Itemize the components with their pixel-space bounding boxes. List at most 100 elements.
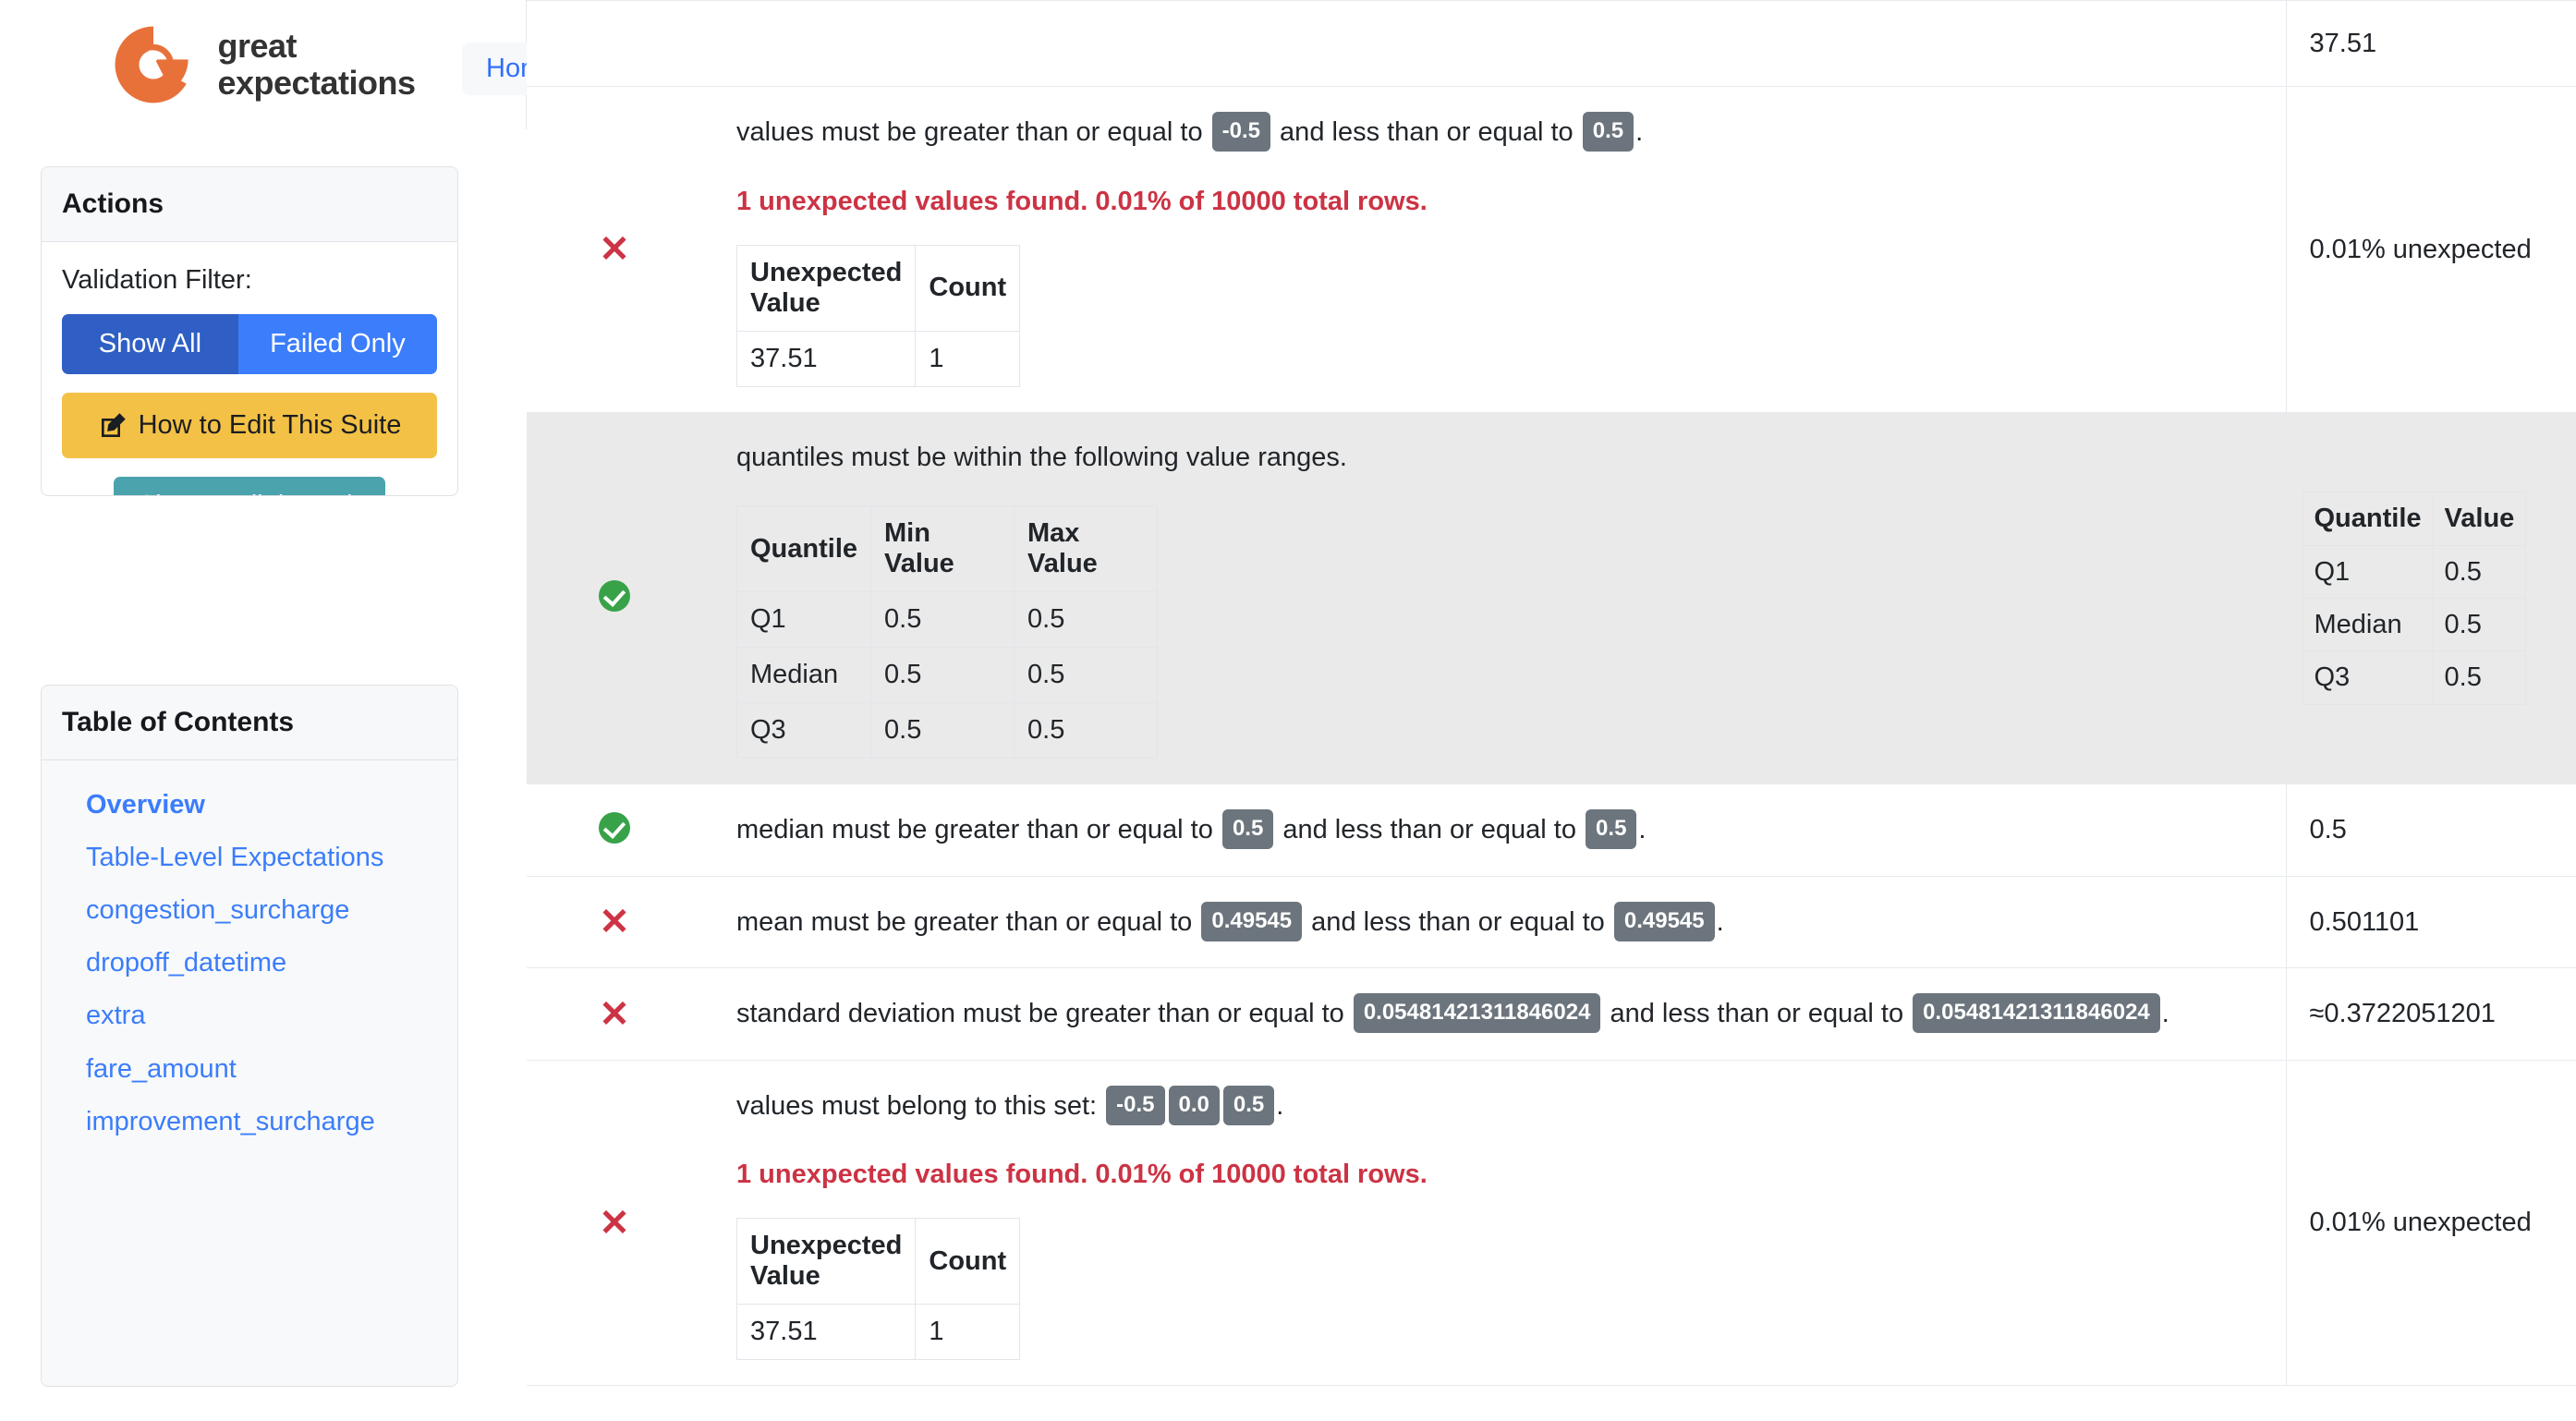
column-header-value: Value (2432, 492, 2527, 546)
observed-value: 37.51 (2309, 29, 2377, 58)
expectation-cell: values must be greater than or equal to … (702, 86, 2286, 413)
table-header-row: Quantile Min Value Max Value (735, 505, 1159, 593)
validation-results-table: 37.51 ✕ values must be greater than or e… (527, 0, 2576, 1387)
validation-results-page: great expectations Home / Validations / … (0, 0, 2576, 1421)
toc-item-table-level-expectations[interactable]: Table-Level Expectations (42, 832, 457, 884)
value-badge: 0.05481421311846024 (1913, 993, 2160, 1034)
brand-line-2: expectations (217, 64, 416, 102)
column-header-unexpected-value: Unexpected Value (735, 1218, 917, 1306)
quantile-max: 0.5 (1014, 702, 1159, 759)
observed-value: 0.01% unexpected (2309, 234, 2532, 264)
table-row: ✕ values must belong to this set: -0.5 0.… (527, 1059, 2576, 1387)
table-row: 37.51 1 (735, 330, 1021, 387)
observed-value: ≈0.3722051201 (2309, 999, 2496, 1029)
expectation-statement: mean must be greater than or equal to 0.… (736, 901, 2254, 943)
statement-text: . (1638, 815, 1646, 845)
statement-text: median must be greater than or equal to (736, 815, 1221, 845)
status-cell: ✕ (527, 1059, 702, 1387)
statement-text: and less than or equal to (1602, 999, 1912, 1029)
quantile-ranges-table: Quantile Min Value Max Value Q1 0.5 0.5 (735, 505, 1159, 759)
expectation-cell (702, 0, 2286, 88)
observed-value-cell: Quantile Value Q1 0.5 Median 0.5 Q3 0.5 (2285, 411, 2576, 785)
table-header-row: Unexpected Value Count (735, 1218, 1021, 1306)
status-cell (527, 0, 702, 88)
fail-cross-icon: ✕ (599, 902, 630, 943)
table-row: 37.51 1 (735, 1304, 1021, 1361)
toc-item-fare-amount[interactable]: fare_amount (42, 1043, 457, 1096)
expectation-statement: quantiles must be within the following v… (736, 442, 1347, 472)
status-cell: ✕ (527, 967, 702, 1061)
unexpected-count: 1 (915, 330, 1021, 387)
column-header-quantile: Quantile (2302, 492, 2434, 546)
table-row: Median 0.5 (2302, 598, 2527, 652)
value-badge: 0.5 (1582, 112, 1634, 152)
observed-value: 0.501101 (2309, 906, 2420, 937)
actions-panel-body: Validation Filter: Show All Failed Only … (42, 242, 457, 495)
observed-value-cell: 0.501101 (2285, 875, 2576, 969)
toc-item-extra[interactable]: extra (42, 990, 457, 1042)
value-badge: 0.05481421311846024 (1353, 993, 1601, 1034)
table-of-contents-list: Overview Table-Level Expectations conges… (42, 760, 457, 1163)
brand-logo-group[interactable]: great expectations (110, 21, 416, 108)
quantile-value: 0.5 (2432, 598, 2527, 652)
failed-only-button[interactable]: Failed Only (237, 314, 437, 374)
pass-check-icon (599, 580, 630, 613)
table-row: Q1 0.5 (2302, 544, 2527, 600)
table-row: Q3 0.5 (2302, 650, 2527, 705)
observed-value: 0.5 (2309, 815, 2347, 845)
value-badge: 0.5 (1222, 1085, 1275, 1125)
observed-quantiles-table: Quantile Value Q1 0.5 Median 0.5 Q3 0.5 (2302, 492, 2527, 705)
statement-text: and less than or equal to (1275, 815, 1585, 845)
toc-item-improvement-surcharge[interactable]: improvement_surcharge (42, 1096, 457, 1148)
toc-item-congestion-surcharge[interactable]: congestion_surcharge (42, 884, 457, 937)
expectation-statement: standard deviation must be greater than … (736, 993, 2254, 1035)
show-walkthrough-button[interactable]: Show Walkthrough (113, 477, 386, 495)
show-all-button[interactable]: Show All (62, 314, 238, 374)
statement-text: and less than or equal to (1272, 117, 1581, 148)
app-header: great expectations (0, 0, 527, 129)
validation-filter-button-group: Show All Failed Only (62, 314, 437, 374)
quantile-max: 0.5 (1014, 647, 1159, 704)
column-header-quantile: Quantile (735, 505, 872, 593)
observed-value-cell: 0.01% unexpected (2285, 86, 2576, 413)
table-of-contents-panel: Table of Contents Overview Table-Level E… (41, 685, 458, 1387)
great-expectations-logo-icon (115, 26, 189, 103)
expectation-cell: quantiles must be within the following v… (702, 411, 2286, 785)
how-to-edit-suite-button[interactable]: How to Edit This Suite (62, 393, 437, 459)
fail-cross-icon: ✕ (599, 229, 630, 271)
column-header-min-value: Min Value (870, 505, 1015, 593)
sidebar: Actions Validation Filter: Show All Fail… (0, 129, 464, 1421)
value-badge: 0.5 (1221, 809, 1274, 850)
quantile-min: 0.5 (870, 647, 1015, 704)
column-header-count: Count (915, 244, 1021, 332)
expectation-statement: values must belong to this set: -0.5 0.0 0… (736, 1085, 2254, 1127)
pass-check-icon (599, 812, 630, 844)
status-cell (527, 783, 702, 877)
statement-text: values must be greater than or equal to (736, 117, 1210, 148)
statement-text: and less than or equal to (1304, 906, 1612, 937)
column-header-max-value: Max Value (1014, 505, 1159, 593)
table-row: median must be greater than or equal to … (527, 783, 2576, 877)
unexpected-values-note: 1 unexpected values found. 0.01% of 1000… (736, 186, 1428, 216)
table-row: Q3 0.5 0.5 (735, 702, 1159, 759)
statement-text: . (1635, 117, 1644, 148)
toc-item-dropoff-datetime[interactable]: dropoff_datetime (42, 937, 457, 990)
expectation-cell: values must belong to this set: -0.5 0.0 0… (702, 1059, 2286, 1387)
quantile-min: 0.5 (870, 591, 1015, 649)
value-badge: 0.5 (1586, 809, 1637, 850)
table-row: ✕ values must be greater than or equal t… (527, 86, 2576, 413)
status-cell: ✕ (527, 86, 702, 413)
value-badge: 0.0 (1168, 1085, 1220, 1125)
unexpected-value: 37.51 (735, 1304, 917, 1361)
quantile-name: Median (2302, 598, 2434, 652)
column-header-unexpected-value: Unexpected Value (735, 244, 917, 332)
value-badge: -0.5 (1211, 112, 1270, 152)
quantile-name: Q3 (2302, 650, 2434, 705)
value-badge: 0.49545 (1613, 901, 1715, 941)
quantile-name: Q3 (735, 702, 872, 759)
table-of-contents-title: Table of Contents (42, 686, 457, 760)
quantile-name: Q1 (2302, 544, 2434, 600)
toc-item-overview[interactable]: Overview (42, 779, 457, 832)
unexpected-count: 1 (915, 1304, 1021, 1361)
column-header-count: Count (915, 1218, 1021, 1306)
